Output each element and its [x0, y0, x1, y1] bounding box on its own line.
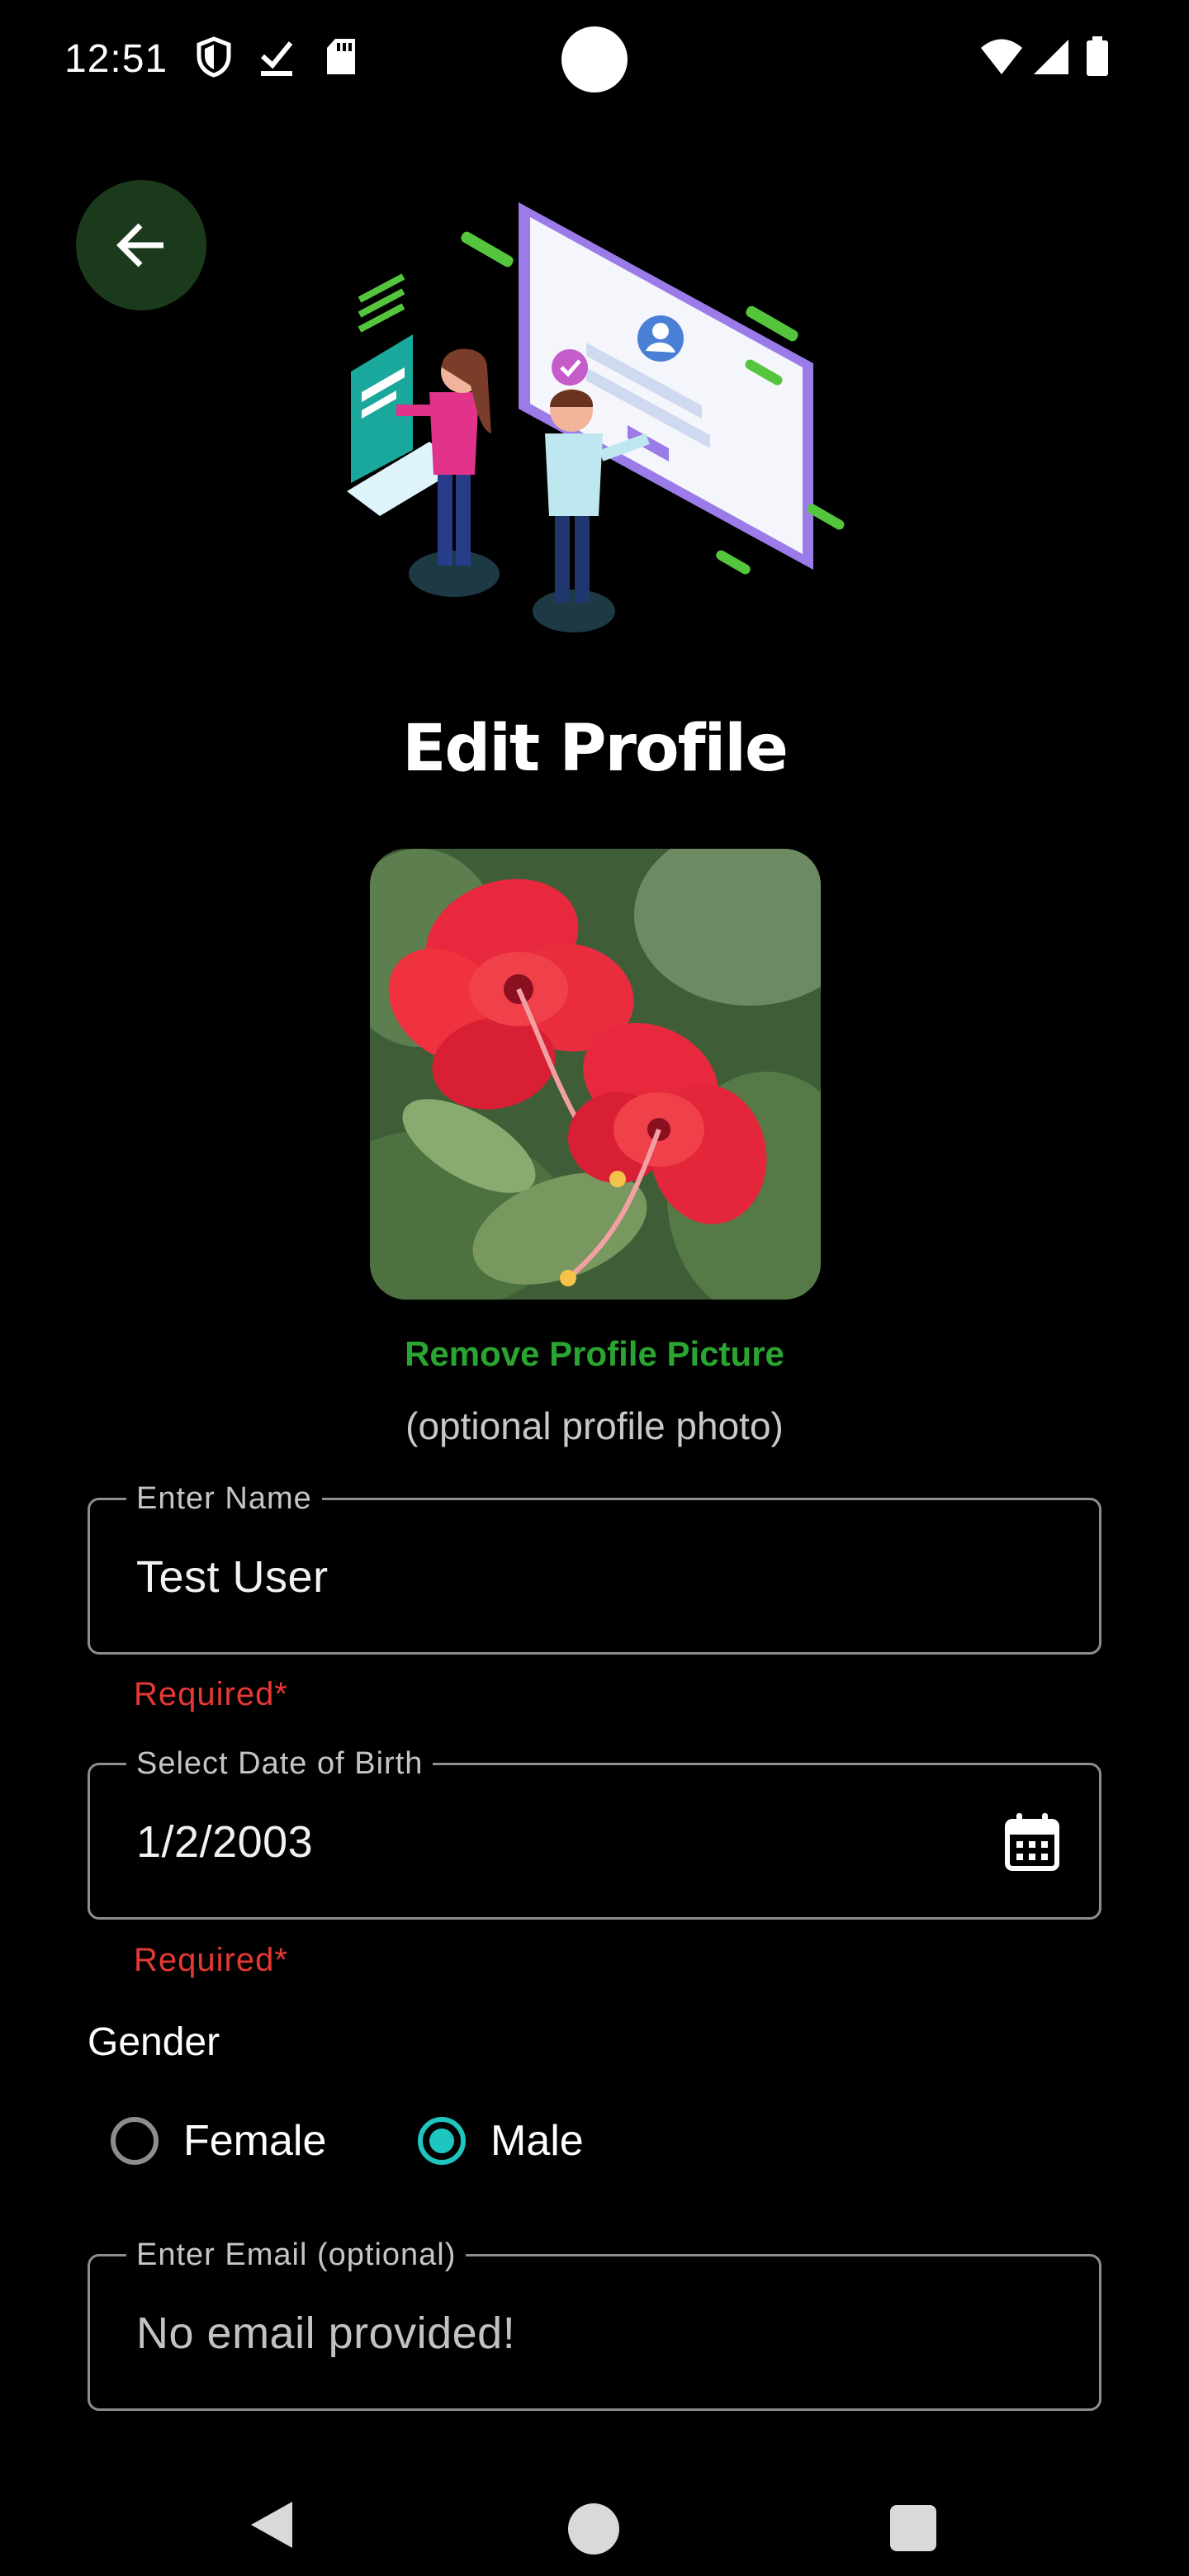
name-field-value[interactable]: Test User: [136, 1551, 329, 1603]
profile-illustration: [347, 202, 845, 632]
gender-option-female[interactable]: Female: [111, 2110, 326, 2171]
dob-error: Required*: [134, 1942, 288, 1978]
profile-photo[interactable]: [370, 849, 821, 1300]
edit-profile-screen: 12:51 Edit Profile Remove Profile Pictur…: [0, 0, 1189, 2576]
name-field[interactable]: Enter Name Test User: [88, 1480, 1101, 1655]
shield-icon: [197, 36, 231, 78]
gender-label: Gender: [88, 2020, 220, 2064]
nav-recents-icon[interactable]: [890, 2505, 936, 2551]
dob-field-value[interactable]: 1/2/2003: [136, 1816, 313, 1868]
email-field-value[interactable]: No email provided!: [136, 2308, 515, 2359]
back-button[interactable]: [76, 180, 206, 310]
email-field[interactable]: Enter Email (optional) No email provided…: [88, 2237, 1101, 2411]
sd-card-icon: [327, 39, 355, 74]
photo-hint: (optional profile photo): [405, 1404, 784, 1447]
name-field-label: Enter Name: [126, 1480, 322, 1517]
dob-field-label: Select Date of Birth: [126, 1745, 433, 1782]
page-title: Edit Profile: [402, 712, 789, 786]
gender-option-male[interactable]: Male: [418, 2110, 584, 2171]
download-done-icon: [260, 41, 293, 76]
female-radio[interactable]: [111, 2117, 159, 2165]
name-error: Required*: [134, 1676, 288, 1712]
dob-field[interactable]: Select Date of Birth 1/2/2003: [88, 1745, 1101, 1920]
male-radio-label: Male: [490, 2117, 584, 2165]
nav-back-icon[interactable]: [248, 2498, 294, 2551]
cell-signal-icon: [1034, 40, 1068, 74]
battery-icon: [1087, 36, 1108, 76]
navigation-bar: [0, 2444, 1189, 2576]
nav-home-icon[interactable]: [568, 2503, 619, 2555]
arrow-back-icon: [116, 223, 163, 268]
calendar-icon[interactable]: [1005, 1813, 1059, 1871]
email-field-label: Enter Email (optional): [126, 2237, 467, 2273]
male-radio[interactable]: [418, 2117, 466, 2165]
status-time: 12:51: [64, 37, 168, 81]
camera-cutout: [561, 26, 628, 92]
female-radio-label: Female: [183, 2117, 327, 2165]
wifi-icon: [981, 39, 1022, 74]
remove-profile-picture-link[interactable]: Remove Profile Picture: [0, 1334, 1189, 1374]
status-bar: 12:51: [0, 0, 1189, 124]
